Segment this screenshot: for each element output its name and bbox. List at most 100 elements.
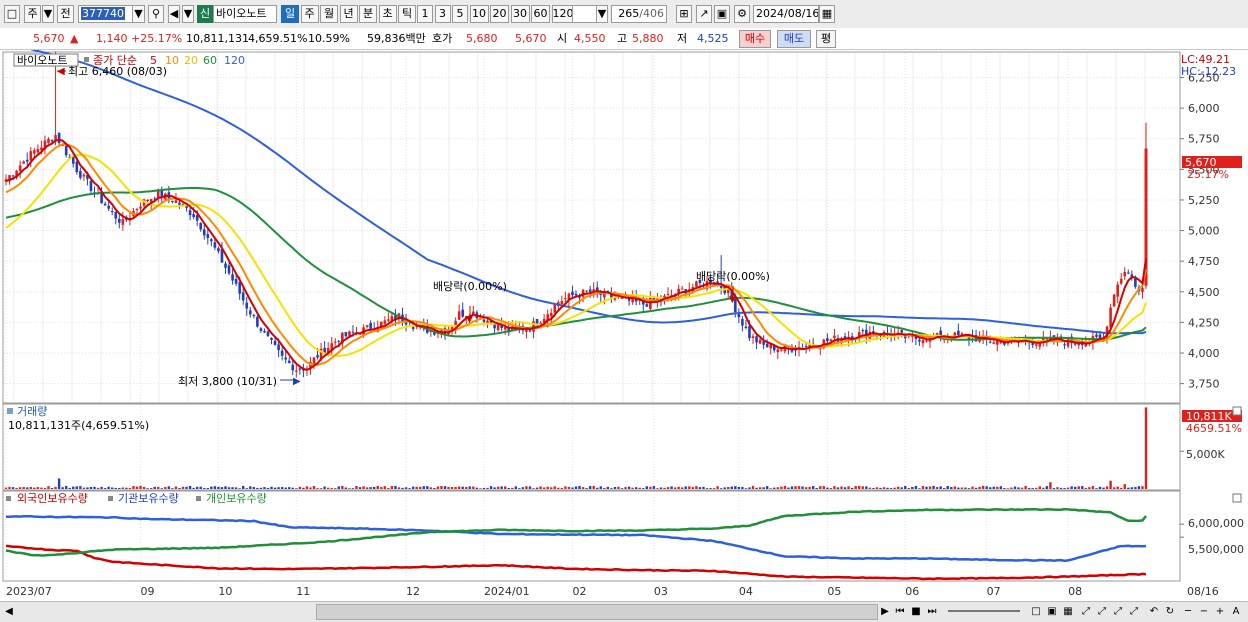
save-icon[interactable]: ▣: [714, 5, 730, 23]
candle-body: [574, 293, 578, 296]
tool-icon-4[interactable]: ⤢: [1128, 605, 1140, 619]
number-button-20[interactable]: 20: [490, 5, 509, 23]
volume-bar: [496, 486, 500, 489]
draw-tool-icon[interactable]: ↗: [696, 5, 712, 23]
date-input[interactable]: 2024/08/16: [753, 5, 819, 23]
number-button-5[interactable]: 5: [452, 5, 468, 23]
period-select[interactable]: 주: [24, 5, 41, 23]
sound-icon[interactable]: ◀: [168, 5, 180, 23]
prev-button[interactable]: 전: [57, 5, 74, 23]
bottom-scrollbar[interactable]: ◀ ▶ ⏮ ■ ⏭ □ ▣ ▦ ⤢ ⤢ ⤢ ⤢ ↶ ↻ ─ − + A: [0, 601, 1248, 622]
foreign-legend: 외국인보유수량: [17, 492, 88, 505]
number-button-60[interactable]: 60: [531, 5, 550, 23]
avg-button[interactable]: 평: [816, 30, 836, 48]
volume-bar: [1120, 487, 1123, 489]
volume-bar: [433, 488, 436, 489]
sell-button[interactable]: 매도: [777, 30, 811, 48]
volume-bar: [475, 487, 479, 489]
tool-icon-1[interactable]: ⤢: [1080, 605, 1092, 619]
refresh-icon[interactable]: ↻: [1164, 605, 1176, 619]
zoom-in-icon[interactable]: +: [1214, 605, 1226, 619]
candle-body: [284, 357, 287, 360]
volume-bar: [854, 486, 857, 489]
period-button-5[interactable]: 초: [378, 5, 397, 23]
zoom-out-icon[interactable]: −: [1198, 605, 1210, 619]
period-button-1[interactable]: 주: [300, 5, 319, 23]
search-icon[interactable]: ⚲: [148, 5, 164, 23]
volume-bar: [723, 487, 726, 489]
period-button-3[interactable]: 년: [339, 5, 358, 23]
period-button-6[interactable]: 틱: [398, 5, 416, 23]
volume-bar: [663, 487, 666, 489]
stop-icon[interactable]: ■: [910, 605, 922, 619]
candle-body: [1116, 284, 1119, 297]
volume-bar: [256, 487, 259, 489]
volume-bar: [514, 486, 518, 489]
compare-icon[interactable]: ⊞: [676, 5, 692, 23]
number-button-120[interactable]: 120: [551, 5, 574, 23]
volume-bar: [273, 487, 277, 489]
count-mode-dropdown-icon[interactable]: ▼: [596, 5, 608, 23]
tool-icon-3[interactable]: ⤢: [1112, 605, 1124, 619]
candle-body: [776, 349, 780, 353]
scroll-left-icon[interactable]: ◀: [4, 605, 14, 619]
candle-body: [1034, 344, 1038, 346]
scroll-right-icon[interactable]: ▶: [880, 605, 890, 619]
volume-bar: [581, 487, 585, 489]
number-button-3[interactable]: 3: [434, 5, 451, 23]
candle-body: [457, 311, 461, 320]
volume-bar: [341, 485, 344, 489]
volume-bar: [1098, 486, 1102, 489]
period-button-0[interactable]: 일: [281, 5, 299, 23]
candle-body: [117, 218, 121, 223]
period-button-4[interactable]: 분: [359, 5, 377, 23]
volume-bar: [319, 488, 323, 489]
volume-bar: [270, 486, 273, 489]
volume-panel-close-icon: [1232, 406, 1242, 416]
volume-bar: [999, 486, 1003, 489]
volume-bar: [26, 487, 29, 489]
count-display[interactable]: 265/406: [611, 5, 667, 23]
volume-bar: [1003, 488, 1006, 489]
font-size-icon[interactable]: A: [1230, 605, 1242, 619]
x-axis-label: 08: [1068, 585, 1082, 598]
code-dropdown-icon[interactable]: ▼: [132, 5, 145, 23]
count-total: /406: [639, 7, 664, 20]
layout-icon-2[interactable]: ▣: [1046, 605, 1058, 619]
volume-bar: [1109, 480, 1112, 489]
calendar-icon[interactable]: ▦: [819, 5, 835, 23]
settings-icon[interactable]: ⚙: [734, 5, 750, 23]
chart-background: [0, 50, 1248, 601]
volume-bar: [1130, 487, 1134, 489]
number-button-10[interactable]: 10: [469, 5, 489, 23]
volume-bar: [348, 488, 351, 489]
candle-body: [36, 149, 40, 153]
number-button-30[interactable]: 30: [510, 5, 530, 23]
volume-bar: [500, 486, 503, 489]
number-button-1[interactable]: 1: [417, 5, 433, 23]
minimize-icon[interactable]: ─: [1182, 605, 1194, 619]
stock-code-input[interactable]: 377740: [78, 5, 136, 23]
scroll-thumb[interactable]: [316, 604, 878, 620]
sound-dropdown-icon[interactable]: ▼: [182, 5, 194, 23]
tool-icon-2[interactable]: ⤢: [1096, 605, 1108, 619]
volume-bar: [1031, 488, 1034, 489]
last-page-icon[interactable]: ⏭: [926, 605, 938, 619]
layout-icon-1[interactable]: □: [1030, 605, 1042, 619]
volume-bar: [691, 487, 695, 489]
volume-bar: [896, 486, 900, 489]
period-button-2[interactable]: 월: [320, 5, 338, 23]
first-page-icon[interactable]: ⏮: [894, 605, 906, 619]
undo-icon[interactable]: ↶: [1148, 605, 1160, 619]
period-dropdown-icon[interactable]: ▼: [42, 5, 54, 23]
chart-menu-icon[interactable]: □: [4, 5, 20, 23]
candle-body: [365, 325, 369, 327]
volume-bar: [266, 487, 270, 489]
buy-button[interactable]: 매수: [739, 30, 771, 48]
candle-body: [79, 170, 82, 178]
volume-bar: [4, 487, 8, 489]
volume-bar: [773, 487, 776, 489]
volume-bar: [390, 486, 394, 489]
zoom-slider-track[interactable]: [948, 610, 1020, 612]
layout-icon-3[interactable]: ▦: [1062, 605, 1074, 619]
